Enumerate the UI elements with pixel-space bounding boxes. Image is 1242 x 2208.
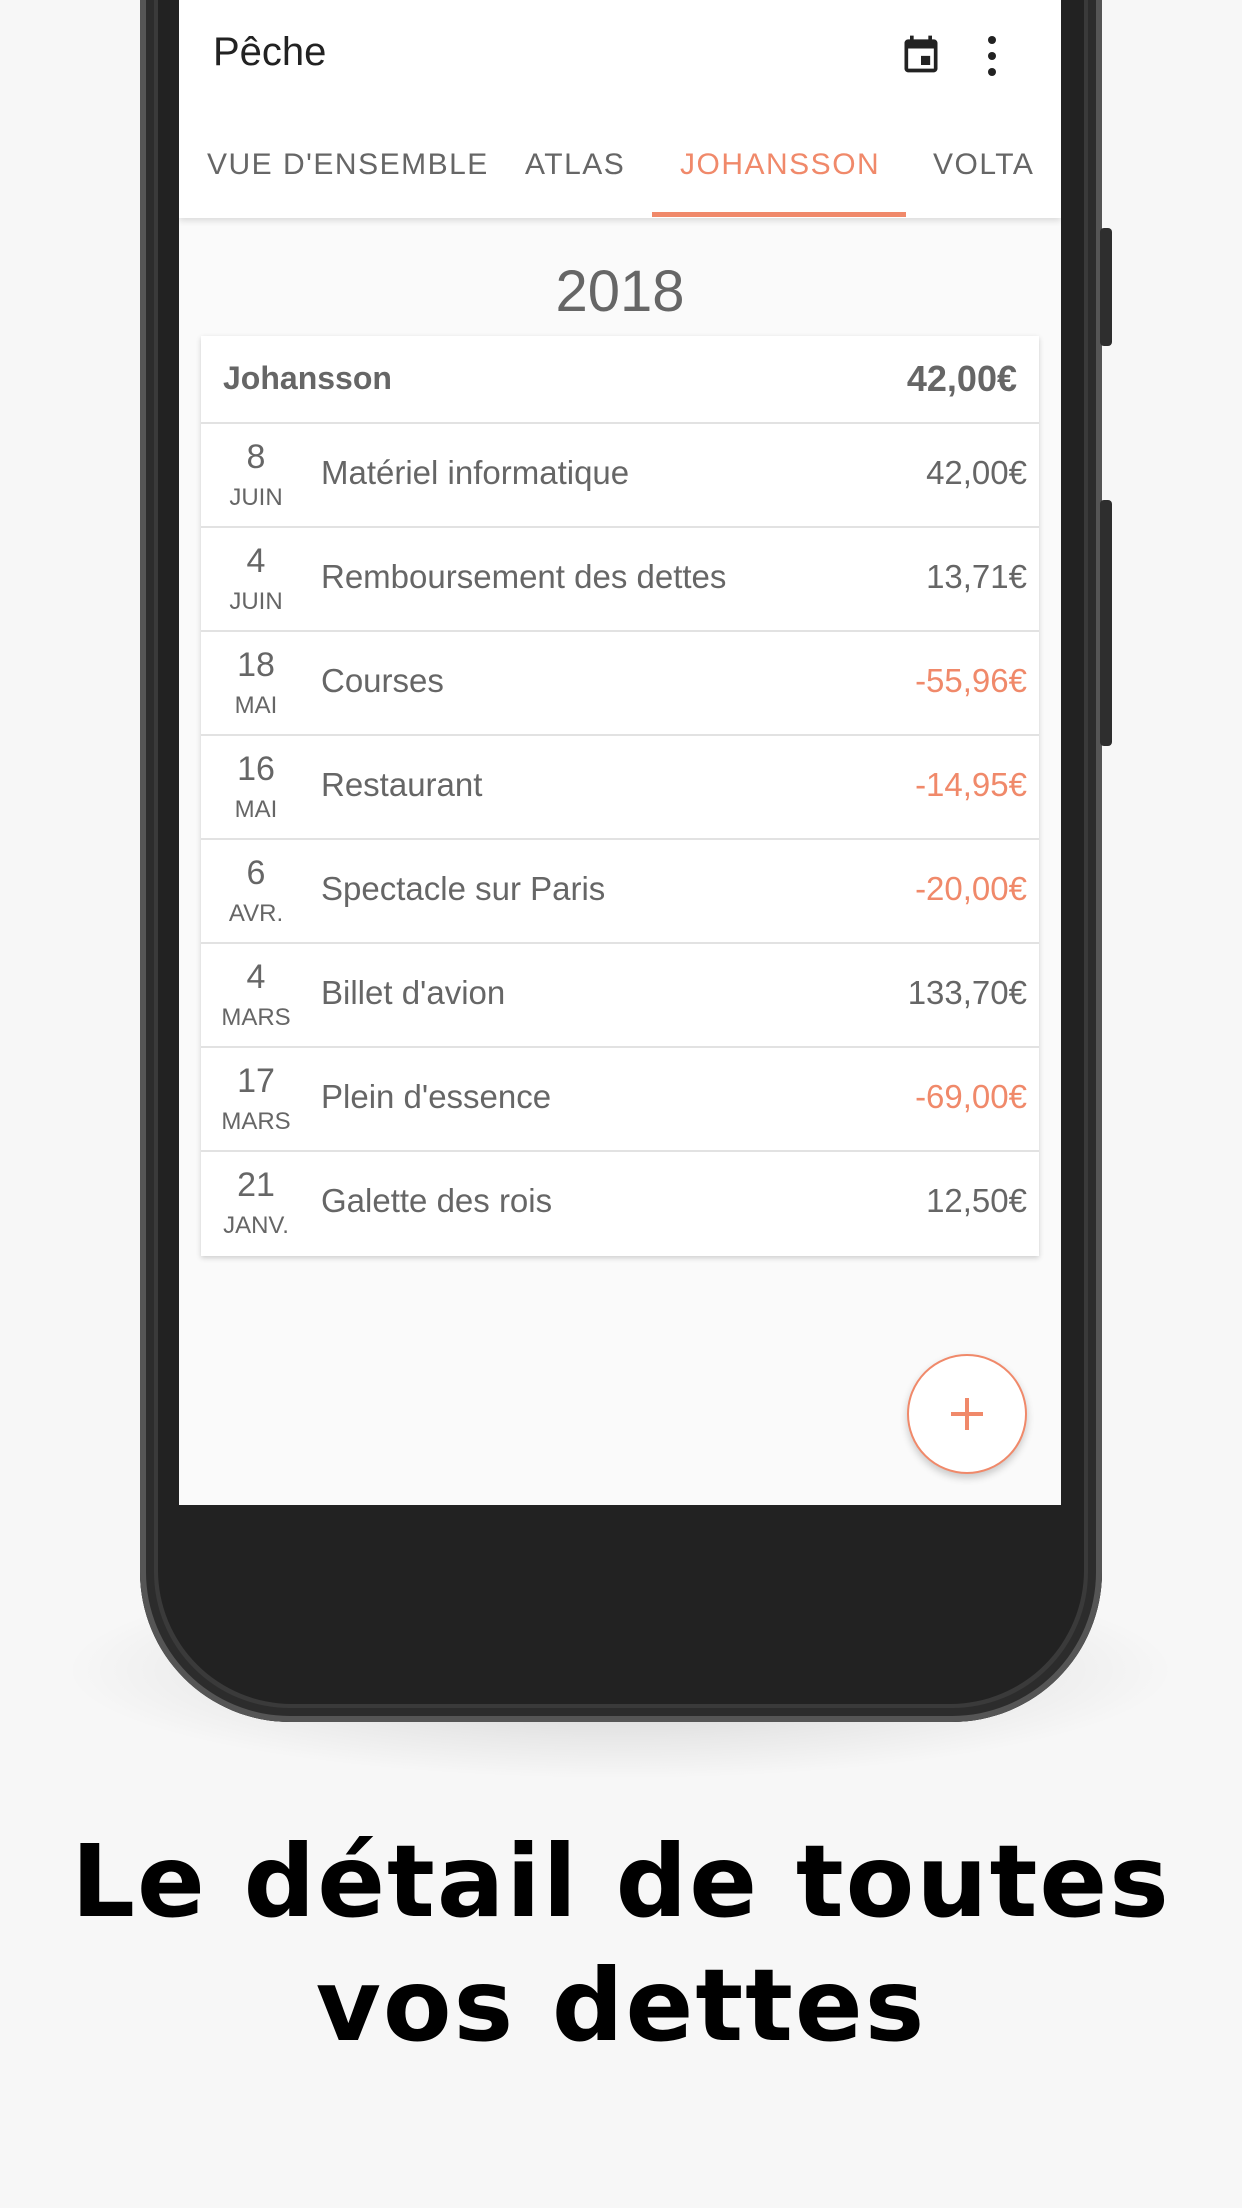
- item-month: JANV.: [223, 1212, 289, 1239]
- person-name: Johansson: [223, 360, 392, 396]
- year-heading: 2018: [555, 259, 685, 324]
- item-label: Plein d'essence: [321, 1078, 552, 1115]
- item-amount: 13,71€: [926, 558, 1027, 595]
- person-total: 42,00€: [906, 358, 1017, 399]
- list-item[interactable]: 4 MARS Billet d'avion 133,70€: [201, 944, 1039, 1048]
- list-item[interactable]: 8 JUIN Matériel informatique 42,00€: [201, 424, 1039, 528]
- item-label: Restaurant: [321, 766, 483, 803]
- list-item[interactable]: 6 AVR. Spectacle sur Paris -20,00€: [201, 840, 1039, 944]
- phone-volume-button: [1100, 500, 1112, 746]
- item-day: 16: [237, 750, 275, 788]
- item-label: Remboursement des dettes: [321, 558, 727, 595]
- list-item[interactable]: 16 MAI Restaurant -14,95€: [201, 736, 1039, 840]
- debt-card: Johansson 42,00€ 8 JUIN Matériel informati…: [201, 336, 1039, 1256]
- item-month: MAI: [234, 796, 278, 823]
- item-amount: 12,50€: [926, 1182, 1027, 1219]
- plus-icon: [951, 1398, 983, 1430]
- caption-line-2: vos dettes: [315, 1947, 927, 2064]
- tab-vue-ensemble[interactable]: VUE D'ENSEMBLE: [207, 148, 489, 182]
- more-vert-icon[interactable]: [985, 34, 999, 78]
- item-day: 6: [246, 854, 266, 892]
- card-header: Johansson 42,00€: [201, 336, 1039, 424]
- list-item[interactable]: 17 MARS Plein d'essence -69,00€: [201, 1048, 1039, 1152]
- item-month: MARS: [221, 1004, 291, 1031]
- tab-johansson[interactable]: JOHANSSON: [680, 148, 880, 182]
- item-month: JUIN: [229, 484, 283, 511]
- item-day: 21: [237, 1166, 275, 1204]
- app-screen: Pêche VUE D'ENSEMBLE ATLAS JOHANSSON VOL…: [179, 0, 1061, 1505]
- phone-side-button: [1100, 228, 1112, 346]
- item-month: MAI: [234, 692, 278, 719]
- item-amount: -20,00€: [915, 870, 1027, 907]
- item-label: Courses: [321, 662, 444, 699]
- tab-atlas[interactable]: ATLAS: [525, 148, 625, 182]
- item-amount: -14,95€: [915, 766, 1027, 803]
- promo-caption: Le détail de toutes vos dettes: [0, 1820, 1242, 2068]
- add-button[interactable]: [907, 1354, 1027, 1474]
- item-amount: -69,00€: [915, 1078, 1027, 1115]
- item-label: Matériel informatique: [321, 454, 630, 491]
- calendar-icon[interactable]: [899, 32, 943, 76]
- app-bar: Pêche VUE D'ENSEMBLE ATLAS JOHANSSON VOL…: [179, 0, 1061, 218]
- list-item[interactable]: 18 MAI Courses -55,96€: [201, 632, 1039, 736]
- item-label: Spectacle sur Paris: [321, 870, 606, 907]
- item-day: 4: [246, 542, 266, 580]
- list-item[interactable]: 21 JANV. Galette des rois 12,50€: [201, 1152, 1039, 1254]
- item-amount: 42,00€: [926, 454, 1027, 491]
- item-month: MARS: [221, 1108, 291, 1135]
- tab-bar: VUE D'ENSEMBLE ATLAS JOHANSSON VOLTA: [179, 140, 1061, 218]
- item-month: JUIN: [229, 588, 283, 615]
- tab-indicator: [652, 212, 906, 217]
- item-amount: 133,70€: [907, 974, 1027, 1011]
- tab-volta[interactable]: VOLTA: [933, 148, 1034, 182]
- item-label: Billet d'avion: [321, 974, 506, 1011]
- item-amount: -55,96€: [915, 662, 1027, 699]
- item-label: Galette des rois: [321, 1182, 553, 1219]
- item-month: AVR.: [228, 900, 284, 927]
- item-day: 8: [246, 438, 266, 476]
- item-day: 17: [237, 1062, 275, 1100]
- app-title: Pêche: [213, 30, 327, 74]
- item-day: 4: [246, 958, 266, 996]
- item-day: 18: [237, 646, 275, 684]
- caption-line-1: Le détail de toutes: [71, 1823, 1171, 1940]
- list-item[interactable]: 4 JUIN Remboursement des dettes 13,71€: [201, 528, 1039, 632]
